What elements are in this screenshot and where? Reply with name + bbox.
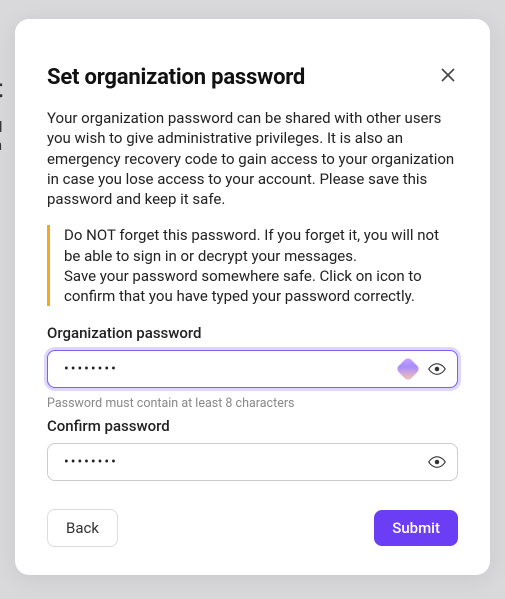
- input-icons: [428, 453, 446, 471]
- confirm-password-input[interactable]: [47, 443, 458, 481]
- toggle-visibility-button[interactable]: [428, 360, 446, 378]
- input-icons: [398, 359, 446, 379]
- warning-callout: Do NOT forget this password. If you forg…: [47, 225, 458, 306]
- confirm-password-field-group: Confirm password: [47, 417, 458, 481]
- close-icon: [440, 67, 456, 83]
- close-button[interactable]: [438, 65, 458, 85]
- back-button[interactable]: Back: [47, 509, 118, 547]
- input-wrapper: [47, 350, 458, 388]
- callout-line: Save your password somewhere safe. Click…: [64, 266, 458, 307]
- toggle-visibility-button[interactable]: [428, 453, 446, 471]
- password-manager-icon[interactable]: [396, 357, 421, 382]
- modal-header: Set organization password: [47, 65, 458, 90]
- set-password-modal: Set organization password Your organizat…: [15, 19, 490, 575]
- modal-title: Set organization password: [47, 65, 305, 90]
- submit-button[interactable]: Submit: [374, 510, 458, 546]
- callout-line: Do NOT forget this password. If you forg…: [64, 225, 458, 266]
- confirm-password-label: Confirm password: [47, 417, 458, 435]
- modal-description: Your organization password can be shared…: [47, 108, 458, 209]
- input-wrapper: [47, 443, 458, 481]
- modal-footer: Back Submit: [47, 509, 458, 547]
- backdrop-fragment: d a: [0, 118, 2, 154]
- eye-icon: [428, 360, 446, 378]
- backdrop-fragment: t: [0, 74, 3, 104]
- org-password-field-group: Organization password Password must cont…: [47, 324, 458, 417]
- password-hint: Password must contain at least 8 charact…: [47, 396, 458, 411]
- eye-icon: [428, 453, 446, 471]
- org-password-label: Organization password: [47, 324, 458, 342]
